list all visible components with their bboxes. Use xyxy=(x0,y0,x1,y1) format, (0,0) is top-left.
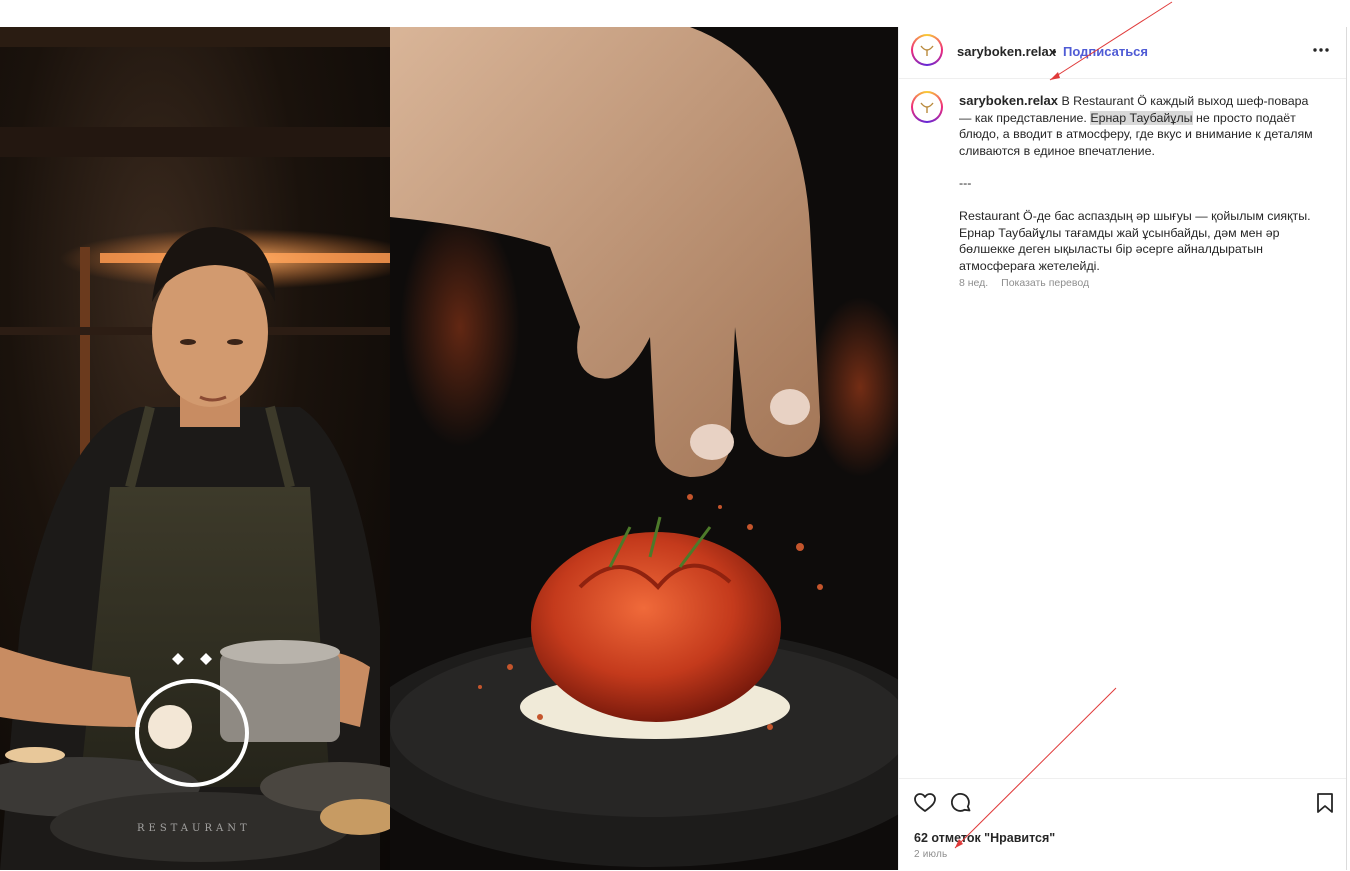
logo-icon xyxy=(920,45,934,56)
caption-kazakh-text: Restaurant Ö-де бас аспаздың әр шығуы — … xyxy=(959,208,1311,273)
show-translation-link[interactable]: Показать перевод xyxy=(1001,277,1089,289)
dish-photo xyxy=(390,27,898,870)
post-header: saryboken.relax • Подписаться xyxy=(899,27,1347,79)
caption-meta: 8 нед. Показать перевод xyxy=(959,277,1099,289)
author-avatar[interactable] xyxy=(911,34,943,66)
comment-icon[interactable] xyxy=(949,791,973,820)
caption-mention-highlight: Ернар Таубайұлы xyxy=(1090,110,1193,125)
chef-illustration: RESTAURANT xyxy=(0,27,390,870)
post-image[interactable]: RESTAURANT xyxy=(0,27,898,870)
panel-scroll-edge xyxy=(1346,27,1350,870)
follow-button[interactable]: Подписаться xyxy=(1063,44,1148,59)
post-date[interactable]: 2 июль xyxy=(914,849,947,860)
post-actions: 62 отметок "Нравится" 2 июль xyxy=(899,778,1347,871)
caption-divider: --- xyxy=(959,176,972,191)
likes-count[interactable]: 62 отметок "Нравится" xyxy=(914,831,1055,845)
post-side-panel: saryboken.relax • Подписаться saryboken.… xyxy=(898,27,1347,870)
author-username[interactable]: saryboken.relax xyxy=(957,44,1056,59)
browser-top-strip xyxy=(0,0,1350,27)
more-horizontal-icon[interactable] xyxy=(1311,40,1331,60)
caption-text: saryboken.relax В Restaurant Ö каждый вы… xyxy=(959,93,1321,274)
heart-icon[interactable] xyxy=(913,791,937,820)
chef-photo: RESTAURANT xyxy=(0,27,390,870)
separator-dot: • xyxy=(1052,44,1057,59)
dish-illustration xyxy=(390,27,898,870)
caption-username[interactable]: saryboken.relax xyxy=(959,93,1058,108)
bookmark-icon[interactable] xyxy=(1313,791,1337,820)
restaurant-logo-text: RESTAURANT xyxy=(137,823,251,834)
logo-icon xyxy=(920,102,934,113)
caption-area: saryboken.relax В Restaurant Ö каждый вы… xyxy=(899,79,1347,779)
caption-avatar[interactable] xyxy=(911,91,943,123)
post-time-ago[interactable]: 8 нед. xyxy=(959,277,988,289)
